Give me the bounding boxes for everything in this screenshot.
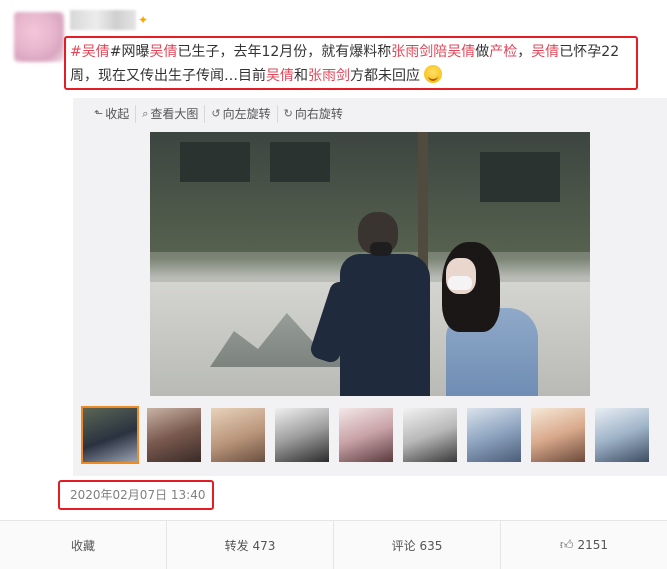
username-blurred[interactable] xyxy=(70,10,136,30)
thumbnail-5[interactable] xyxy=(337,406,395,464)
thumbnail-6[interactable] xyxy=(401,406,459,464)
magnifier-icon: ⌕ xyxy=(142,107,149,120)
thumbs-up-icon: 👍︎ xyxy=(559,537,574,553)
favorite-button[interactable]: 收藏 xyxy=(0,521,167,569)
repost-label: 转发 473 xyxy=(224,538,276,553)
favorite-label: 收藏 xyxy=(70,538,95,553)
thumbnail-1[interactable] xyxy=(81,406,139,464)
like-count: 2151 xyxy=(577,538,609,552)
action-bar: 收藏 转发 473 评论 635 👍︎ 2151 xyxy=(0,520,667,569)
rotate-right-label: 向右旋转 xyxy=(294,107,343,121)
repost-button[interactable]: 转发 473 xyxy=(167,521,334,569)
rotate-right-icon: ↻ xyxy=(283,107,293,120)
thumbnail-9[interactable] xyxy=(593,406,651,464)
collapse-button[interactable]: ⬑ 收起 xyxy=(88,105,137,123)
thumbnail-8[interactable] xyxy=(529,406,587,464)
thumbnail-4[interactable] xyxy=(273,406,331,464)
photo-woman xyxy=(432,242,542,396)
thumbnail-7[interactable] xyxy=(465,406,523,464)
avatar[interactable] xyxy=(14,12,64,62)
rotate-right-button[interactable]: ↻ 向右旋转 xyxy=(278,105,349,123)
comment-label: 评论 635 xyxy=(391,538,443,553)
thumbnail-strip xyxy=(81,406,651,468)
post-timestamp[interactable]: 2020年02月07日 13:40 xyxy=(70,487,205,503)
collapse-label: 收起 xyxy=(105,107,130,121)
collapse-icon: ⬑ xyxy=(94,107,104,120)
verified-badge-icon: ✦ xyxy=(138,13,149,27)
view-large-label: 查看大图 xyxy=(150,107,199,121)
main-photo[interactable] xyxy=(150,132,590,396)
photo-window xyxy=(480,152,560,202)
rotate-left-icon: ↺ xyxy=(211,107,221,120)
photo-window xyxy=(270,142,330,182)
like-button[interactable]: 👍︎ 2151 xyxy=(501,521,667,569)
media-toolbar: ⬑ 收起 ⌕ 查看大图 ↺ 向左旋转 ↻ 向右旋转 xyxy=(88,105,349,123)
annotation-box-text xyxy=(64,36,638,90)
thumbnail-2[interactable] xyxy=(145,406,203,464)
thumbnail-3[interactable] xyxy=(209,406,267,464)
view-large-button[interactable]: ⌕ 查看大图 xyxy=(136,105,206,123)
rotate-left-button[interactable]: ↺ 向左旋转 xyxy=(205,105,278,123)
photo-window xyxy=(180,142,250,182)
rotate-left-label: 向左旋转 xyxy=(222,107,271,121)
comment-button[interactable]: 评论 635 xyxy=(334,521,501,569)
